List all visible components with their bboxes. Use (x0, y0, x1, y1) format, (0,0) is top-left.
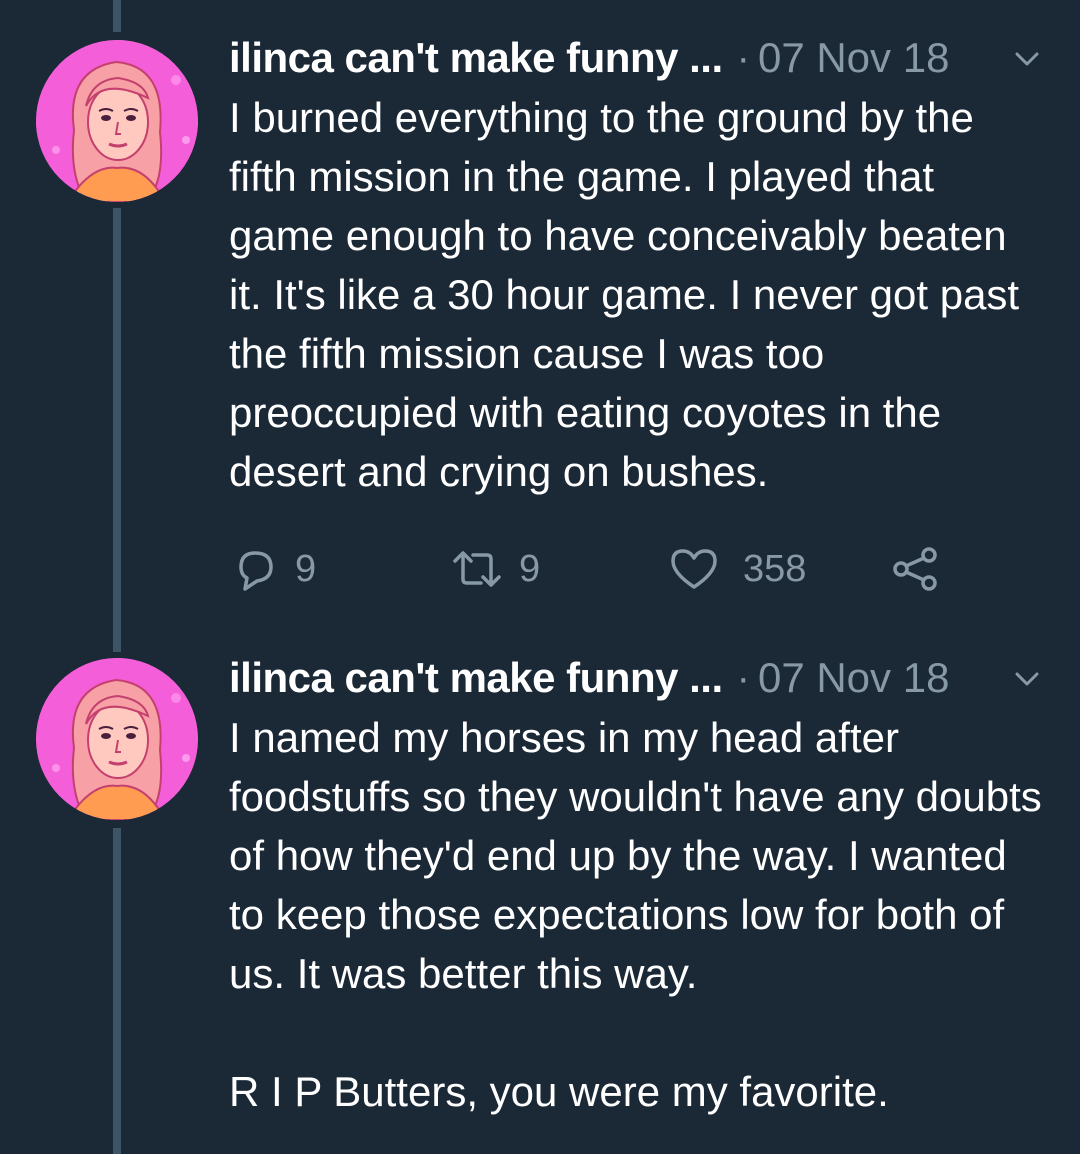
thread-line-bottom (113, 828, 121, 1154)
reply-button[interactable]: 9 (231, 539, 316, 599)
avatar[interactable] (36, 40, 198, 202)
share-icon (889, 545, 941, 593)
tweet-actions: 9 9 358 (229, 539, 1050, 599)
tweet-content: ilinca can't make funny ... · 07 Nov 18 … (229, 648, 1050, 1121)
tweet-header: ilinca can't make funny ... · 07 Nov 18 (229, 28, 1050, 88)
display-name[interactable]: ilinca can't make funny ... (229, 34, 723, 82)
tweet-text: I burned everything to the ground by the… (229, 88, 1050, 501)
retweet-icon (451, 545, 503, 593)
tweet-content: ilinca can't make funny ... · 07 Nov 18 … (229, 28, 1050, 599)
thread-line-top (113, 0, 121, 32)
tweet-paragraph: I named my horses in my head after foods… (229, 714, 1042, 997)
tweet-paragraph: R I P Butters, you were my favorite. (229, 1068, 889, 1115)
like-button[interactable]: 358 (669, 539, 806, 599)
reply-count: 9 (295, 547, 317, 590)
chevron-down-icon[interactable] (1010, 42, 1044, 76)
share-button[interactable] (889, 539, 941, 599)
reply-icon (231, 545, 279, 593)
thread-line-middle (113, 208, 121, 652)
separator-dot: · (736, 35, 750, 80)
separator-dot: · (736, 655, 750, 700)
avatar-illustration (36, 658, 198, 820)
retweet-count: 9 (519, 547, 541, 590)
retweet-button[interactable]: 9 (451, 539, 540, 599)
chevron-down-icon[interactable] (1010, 662, 1044, 696)
tweet-text: I named my horses in my head after foods… (229, 708, 1050, 1121)
heart-icon (669, 545, 719, 593)
avatar[interactable] (36, 658, 198, 820)
tweet-header: ilinca can't make funny ... · 07 Nov 18 (229, 648, 1050, 708)
tweet-date[interactable]: 07 Nov 18 (758, 34, 949, 82)
tweet-date[interactable]: 07 Nov 18 (758, 654, 949, 702)
display-name[interactable]: ilinca can't make funny ... (229, 654, 723, 702)
avatar-illustration (36, 40, 198, 202)
tweet-paragraph: I burned everything to the ground by the… (229, 94, 1020, 495)
like-count: 358 (743, 547, 807, 590)
